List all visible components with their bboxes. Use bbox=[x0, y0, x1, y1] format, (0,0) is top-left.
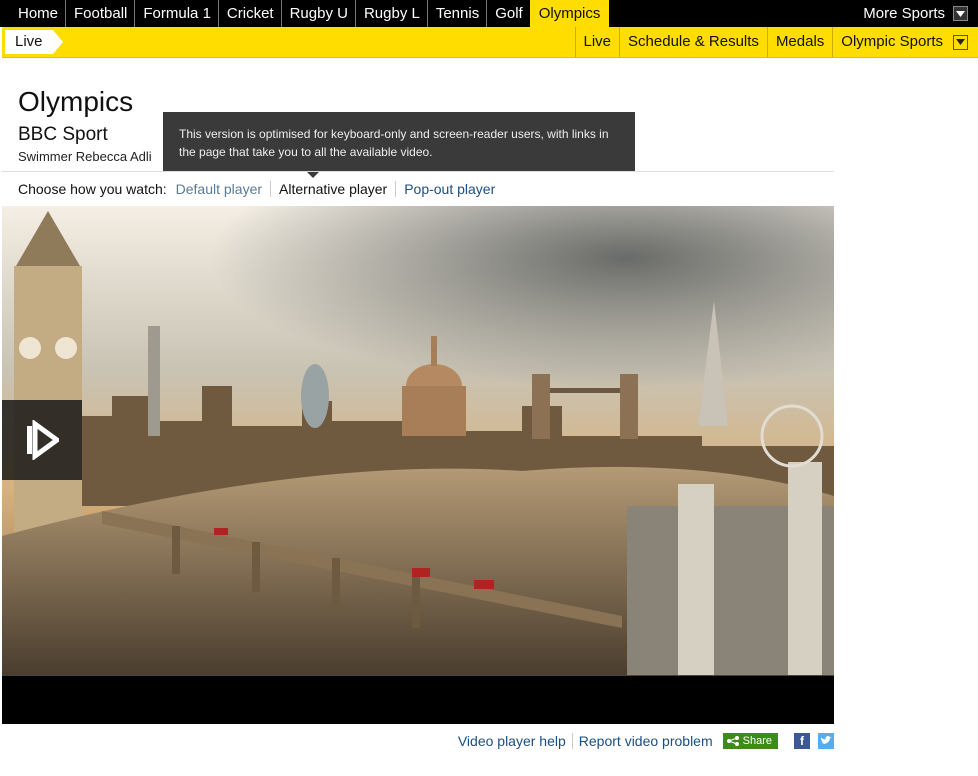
video-caption: Swimmer Rebecca Adli bbox=[18, 149, 152, 164]
subnav-item-schedule-results[interactable]: Schedule & Results bbox=[619, 27, 767, 57]
subnav-item-live[interactable]: Live bbox=[574, 27, 620, 57]
play-icon bbox=[27, 420, 59, 460]
nav-item-tennis[interactable]: Tennis bbox=[426, 0, 486, 27]
divider bbox=[2, 171, 834, 172]
video-player[interactable] bbox=[2, 206, 834, 724]
more-sports-menu[interactable]: More Sports bbox=[863, 0, 968, 27]
video-player-help-link[interactable]: Video player help bbox=[452, 733, 572, 749]
popout-player-link[interactable]: Pop-out player bbox=[395, 181, 503, 197]
nav-item-football[interactable]: Football bbox=[65, 0, 134, 27]
chevron-down-icon[interactable] bbox=[953, 6, 968, 21]
top-navigation: Home Football Formula 1 Cricket Rugby U … bbox=[0, 0, 978, 27]
nav-item-formula-1[interactable]: Formula 1 bbox=[134, 0, 218, 27]
more-sports-label[interactable]: More Sports bbox=[863, 0, 945, 27]
share-icon bbox=[726, 736, 739, 746]
play-button[interactable] bbox=[2, 400, 82, 480]
nav-item-golf[interactable]: Golf bbox=[486, 0, 530, 27]
nav-item-olympics[interactable]: Olympics bbox=[529, 0, 610, 27]
share-button[interactable]: Share bbox=[722, 733, 778, 749]
subnav-item-medals[interactable]: Medals bbox=[766, 27, 832, 57]
player-choice: Choose how you watch: Default player Alt… bbox=[18, 180, 503, 198]
alternative-player-option: Alternative player bbox=[270, 181, 395, 197]
nav-item-rugby-union[interactable]: Rugby U bbox=[280, 0, 355, 27]
brand-label: BBC Sport bbox=[18, 124, 108, 145]
facebook-icon[interactable]: f bbox=[794, 733, 810, 749]
player-control-bar[interactable] bbox=[2, 675, 834, 724]
live-tab[interactable]: Live bbox=[5, 30, 62, 54]
nav-item-rugby-league[interactable]: Rugby L bbox=[354, 0, 427, 27]
olympics-subnav: Live Live Schedule & Results Medals Olym… bbox=[2, 27, 978, 58]
player-footer-links: Video player help Report video problem S… bbox=[452, 731, 834, 751]
london-skyline-still bbox=[2, 206, 834, 676]
nav-item-cricket[interactable]: Cricket bbox=[217, 0, 281, 27]
player-choice-label: Choose how you watch: bbox=[18, 181, 167, 197]
twitter-icon[interactable] bbox=[818, 733, 834, 749]
alternative-player-tooltip: This version is optimised for keyboard-o… bbox=[163, 112, 635, 178]
report-video-problem-link[interactable]: Report video problem bbox=[571, 733, 719, 749]
subnav-links: Live Schedule & Results Medals Olympic S… bbox=[574, 27, 968, 57]
subnav-item-olympic-sports[interactable]: Olympic Sports bbox=[832, 27, 951, 57]
default-player-link[interactable]: Default player bbox=[176, 181, 270, 197]
sport-links: Home Football Formula 1 Cricket Rugby U … bbox=[10, 0, 610, 27]
nav-item-home[interactable]: Home bbox=[10, 0, 65, 27]
share-label: Share bbox=[742, 735, 772, 747]
chevron-down-icon[interactable] bbox=[953, 34, 968, 50]
page-title: Olympics bbox=[18, 86, 134, 117]
